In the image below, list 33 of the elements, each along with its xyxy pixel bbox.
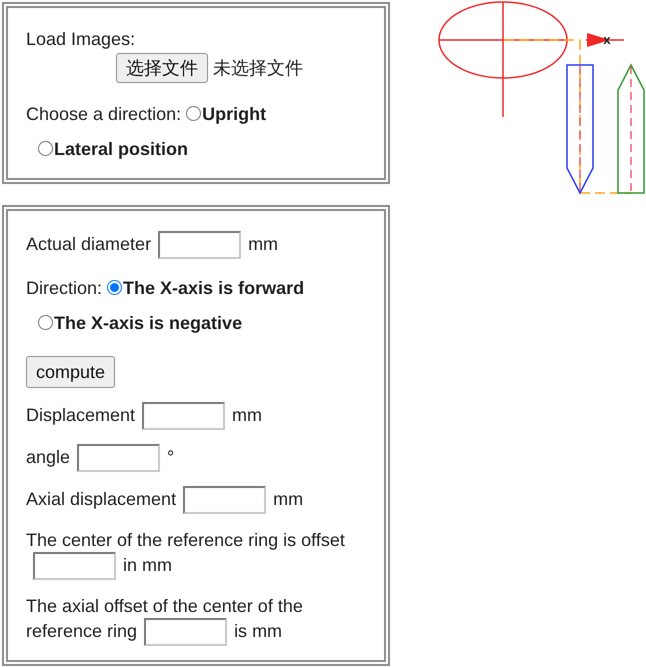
- direction-label: Choose a direction:: [26, 104, 182, 124]
- compute-button[interactable]: compute: [26, 356, 116, 388]
- input-field[interactable]: [183, 486, 266, 514]
- radio-button[interactable]: [186, 106, 202, 121]
- radio-label[interactable]: The X-axis is negative: [54, 313, 242, 333]
- file-status-text: 未选择文件: [213, 57, 303, 79]
- input-field[interactable]: [142, 402, 226, 430]
- choose-file-button[interactable]: 选择文件: [116, 53, 208, 83]
- field-label: The center of the reference ring is offset: [26, 530, 345, 550]
- field-label: Axial displacement: [26, 488, 176, 509]
- unit-label: is mm: [234, 620, 282, 641]
- radio-label[interactable]: Lateral position: [54, 139, 188, 159]
- unit-label: mm: [248, 234, 278, 254]
- field-label: Displacement: [26, 404, 136, 425]
- field-label: Actual diameter: [26, 234, 152, 254]
- field-label: reference ring: [26, 620, 138, 641]
- field-label: angle: [26, 446, 70, 467]
- radio-label[interactable]: Upright: [202, 104, 266, 124]
- unit-label: mm: [232, 404, 262, 425]
- input-field[interactable]: [33, 552, 116, 580]
- radio-button[interactable]: [38, 315, 53, 330]
- radio-label[interactable]: The X-axis is forward: [123, 278, 304, 298]
- unit-label: °: [167, 446, 174, 467]
- direction-label: Direction:: [26, 278, 102, 298]
- unit-label: mm: [273, 488, 304, 509]
- input-field[interactable]: [77, 444, 160, 472]
- input-field[interactable]: [144, 618, 228, 646]
- radio-button[interactable]: [107, 280, 122, 295]
- field-label: The axial offset of the center of the: [26, 596, 303, 616]
- unit-label: in mm: [123, 554, 172, 575]
- field-label: Load Images:: [26, 29, 136, 49]
- radio-button[interactable]: [38, 141, 53, 156]
- input-field[interactable]: [158, 231, 242, 259]
